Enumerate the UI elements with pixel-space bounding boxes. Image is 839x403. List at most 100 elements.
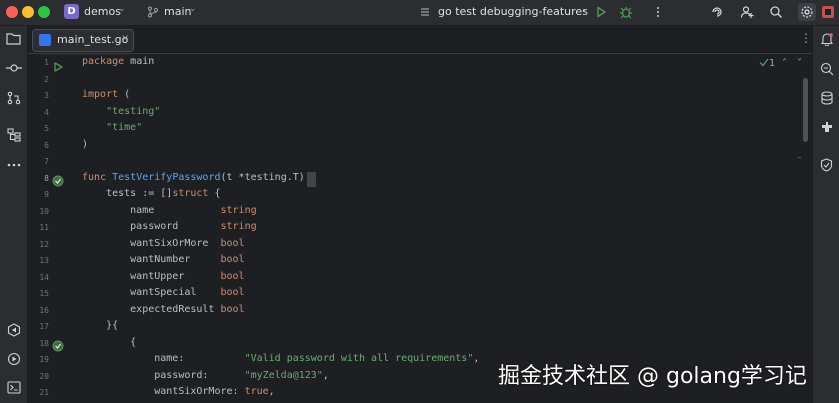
code-line[interactable]: wantSpecial bool bbox=[82, 285, 244, 302]
line-number: 7 bbox=[44, 157, 49, 166]
minimize-window-button[interactable] bbox=[22, 6, 34, 18]
services-icon[interactable] bbox=[4, 320, 23, 339]
notifications-icon[interactable] bbox=[817, 29, 836, 48]
line-number: 20 bbox=[39, 371, 49, 381]
code-line[interactable]: password: "myZelda@123", bbox=[82, 368, 329, 385]
line-number: 18 bbox=[39, 338, 49, 348]
debug-icon[interactable] bbox=[617, 3, 635, 21]
code-line[interactable]: "time" bbox=[82, 120, 142, 137]
add-user-icon[interactable] bbox=[738, 3, 756, 21]
line-number: 13 bbox=[39, 256, 49, 265]
commit-icon[interactable] bbox=[4, 58, 23, 77]
database-icon[interactable] bbox=[817, 88, 836, 107]
line-number: 11 bbox=[39, 223, 49, 232]
title-bar: D demos ⌄ main ⌄ go test debugging-featu… bbox=[0, 0, 839, 26]
text-cursor bbox=[307, 172, 316, 187]
code-line[interactable]: import ( bbox=[82, 87, 130, 104]
ai-assistant-icon[interactable] bbox=[817, 59, 836, 78]
code-line[interactable]: func TestVerifyPassword(t *testing.T) { bbox=[82, 170, 317, 187]
line-number: 10 bbox=[39, 206, 49, 216]
project-badge[interactable]: D bbox=[64, 4, 79, 19]
close-tab-icon[interactable]: × bbox=[121, 33, 129, 44]
inspection-count[interactable]: 1 bbox=[769, 58, 775, 69]
scroll-marker: – bbox=[797, 153, 802, 163]
run-test-gutter-icon[interactable] bbox=[52, 172, 64, 191]
run-gutter-icon[interactable] bbox=[53, 57, 63, 76]
code-line[interactable]: { bbox=[82, 335, 136, 352]
watermark: 掘金技术社区 @ golang学习记 bbox=[498, 364, 807, 389]
run-test-gutter-icon[interactable] bbox=[52, 337, 64, 356]
code-token: wantSixOrMore bbox=[82, 237, 221, 249]
code-token: import bbox=[82, 89, 125, 100]
pull-requests-icon[interactable] bbox=[4, 88, 23, 107]
code-token: bool bbox=[220, 254, 245, 265]
code-token: "testing" bbox=[106, 105, 161, 117]
settings-gear-icon[interactable] bbox=[798, 3, 816, 21]
code-token: true bbox=[244, 386, 269, 397]
right-tool-bar bbox=[812, 26, 839, 403]
code-line[interactable]: wantSixOrMore: true, bbox=[82, 384, 274, 401]
line-number: 21 bbox=[39, 388, 49, 397]
next-highlight-icon[interactable]: ˅ bbox=[797, 58, 802, 69]
line-number: 8 bbox=[44, 173, 49, 183]
code-token: TestVerifyPassword bbox=[112, 171, 221, 183]
code-line[interactable]: name string bbox=[82, 203, 256, 220]
more-actions-icon[interactable] bbox=[649, 3, 667, 21]
branch-name[interactable]: main bbox=[164, 5, 191, 18]
maximize-window-button[interactable] bbox=[38, 6, 50, 18]
line-number: 15 bbox=[39, 289, 49, 298]
code-line[interactable]: "testing" bbox=[82, 104, 160, 121]
line-number: 16 bbox=[39, 305, 49, 315]
folder-icon[interactable] bbox=[4, 29, 23, 48]
code-token: (t *testing.T) { bbox=[220, 171, 317, 183]
code-token: bool bbox=[220, 237, 245, 249]
code-line[interactable]: tests := []struct { bbox=[82, 186, 220, 203]
problems-icon[interactable] bbox=[817, 155, 836, 174]
search-icon[interactable] bbox=[767, 3, 785, 21]
more-tools-icon[interactable] bbox=[4, 155, 23, 174]
code-line[interactable]: ) bbox=[82, 137, 88, 154]
tab-main-test-go[interactable]: main_test.go × bbox=[32, 29, 134, 52]
line-number: 4 bbox=[44, 107, 49, 117]
inspection-check-icon[interactable] bbox=[759, 58, 769, 70]
tab-options-icon[interactable]: ⋮ bbox=[800, 31, 812, 45]
code-token: "time" bbox=[106, 122, 143, 133]
code-line[interactable]: wantNumber bool bbox=[82, 252, 245, 269]
code-token: string bbox=[220, 221, 257, 232]
run-configuration[interactable]: go test debugging-features bbox=[438, 5, 588, 18]
code-line[interactable]: package main bbox=[82, 54, 154, 71]
code-token: name bbox=[82, 204, 221, 216]
line-number: 9 bbox=[44, 190, 49, 199]
editor-gutter: 1 2 3 4 5 6 7 8 9 10 11 12 13 14 15 16 1… bbox=[28, 54, 68, 403]
close-window-button[interactable] bbox=[6, 6, 18, 18]
branch-icon[interactable] bbox=[144, 3, 162, 21]
structure-icon[interactable] bbox=[4, 125, 23, 144]
code-line[interactable]: password string bbox=[82, 219, 257, 236]
chevron-down-icon[interactable]: ⌄ bbox=[581, 4, 589, 14]
chevron-down-icon[interactable]: ⌄ bbox=[118, 4, 126, 14]
run-icon[interactable] bbox=[592, 3, 610, 21]
project-name[interactable]: demos bbox=[84, 5, 121, 18]
vertical-scrollbar[interactable] bbox=[803, 78, 808, 142]
code-editor[interactable]: package main import ( "testing" "time") fu… bbox=[82, 54, 802, 403]
code-token: { bbox=[82, 336, 137, 348]
line-number: 12 bbox=[39, 239, 49, 249]
chevron-down-icon[interactable]: ⌄ bbox=[189, 4, 197, 14]
code-token: struct bbox=[172, 188, 209, 199]
run-tool-icon[interactable] bbox=[4, 349, 23, 368]
code-token: { bbox=[208, 188, 221, 199]
terminal-icon[interactable] bbox=[4, 378, 23, 397]
code-line[interactable]: expectedResult bool bbox=[82, 302, 244, 319]
ai-swirl-icon[interactable] bbox=[708, 3, 726, 21]
code-token: , bbox=[322, 369, 329, 381]
previous-highlight-icon[interactable]: ˄ bbox=[782, 58, 787, 69]
code-token: tests := [] bbox=[82, 188, 173, 199]
code-line[interactable]: wantSixOrMore bool bbox=[82, 236, 245, 253]
code-line[interactable]: wantUpper bool bbox=[82, 269, 244, 286]
code-line[interactable]: name: "Valid password with all requireme… bbox=[82, 351, 479, 368]
line-number: 5 bbox=[44, 124, 49, 133]
plugins-icon[interactable] bbox=[817, 117, 836, 136]
code-line[interactable]: }{ bbox=[82, 318, 118, 335]
